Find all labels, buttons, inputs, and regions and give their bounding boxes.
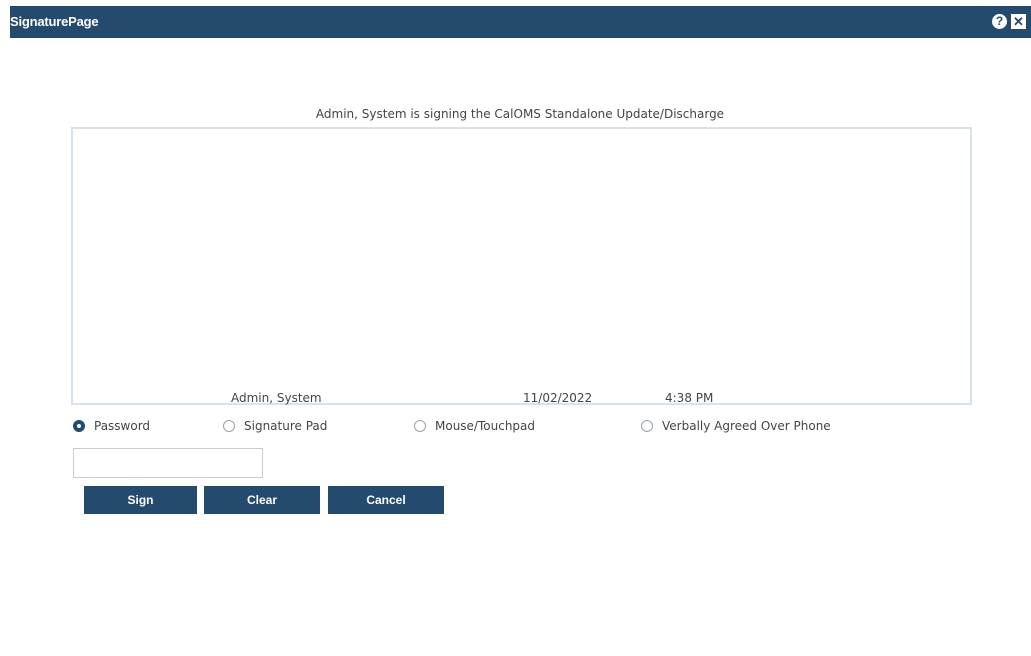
method-password-label: Password (94, 419, 151, 433)
method-mouse-touchpad-radio[interactable]: Mouse/Touchpad (414, 417, 535, 435)
method-verbally-agreed-radio[interactable]: Verbally Agreed Over Phone (641, 417, 831, 435)
signature-date: 11/02/2022 (523, 391, 593, 405)
method-signature-pad-label: Signature Pad (244, 419, 328, 433)
signature-time: 4:38 PM (665, 391, 714, 405)
signer-name: Admin, System (231, 391, 322, 405)
password-input[interactable] (73, 448, 263, 478)
signing-heading: Admin, System is signing the CalOMS Stan… (315, 107, 725, 121)
radio-selected-icon[interactable] (73, 420, 85, 432)
close-icon[interactable]: ✕ (1011, 14, 1026, 29)
method-verbally-agreed-label: Verbally Agreed Over Phone (662, 419, 831, 433)
signature-area[interactable]: Admin, System 11/02/2022 4:38 PM (71, 127, 972, 405)
clear-button[interactable]: Clear (204, 486, 320, 514)
dialog-title: SignaturePage (10, 14, 99, 29)
cancel-button[interactable]: Cancel (328, 486, 444, 514)
sign-button[interactable]: Sign (84, 486, 197, 514)
radio-unselected-icon[interactable] (414, 420, 426, 432)
radio-unselected-icon[interactable] (223, 420, 235, 432)
method-signature-pad-radio[interactable]: Signature Pad (223, 417, 327, 435)
dialog-titlebar: SignaturePage ? ✕ (10, 6, 1031, 38)
help-icon[interactable]: ? (992, 14, 1007, 29)
radio-unselected-icon[interactable] (641, 420, 653, 432)
method-mouse-touchpad-label: Mouse/Touchpad (435, 419, 536, 433)
method-password-radio[interactable]: Password (73, 417, 150, 435)
